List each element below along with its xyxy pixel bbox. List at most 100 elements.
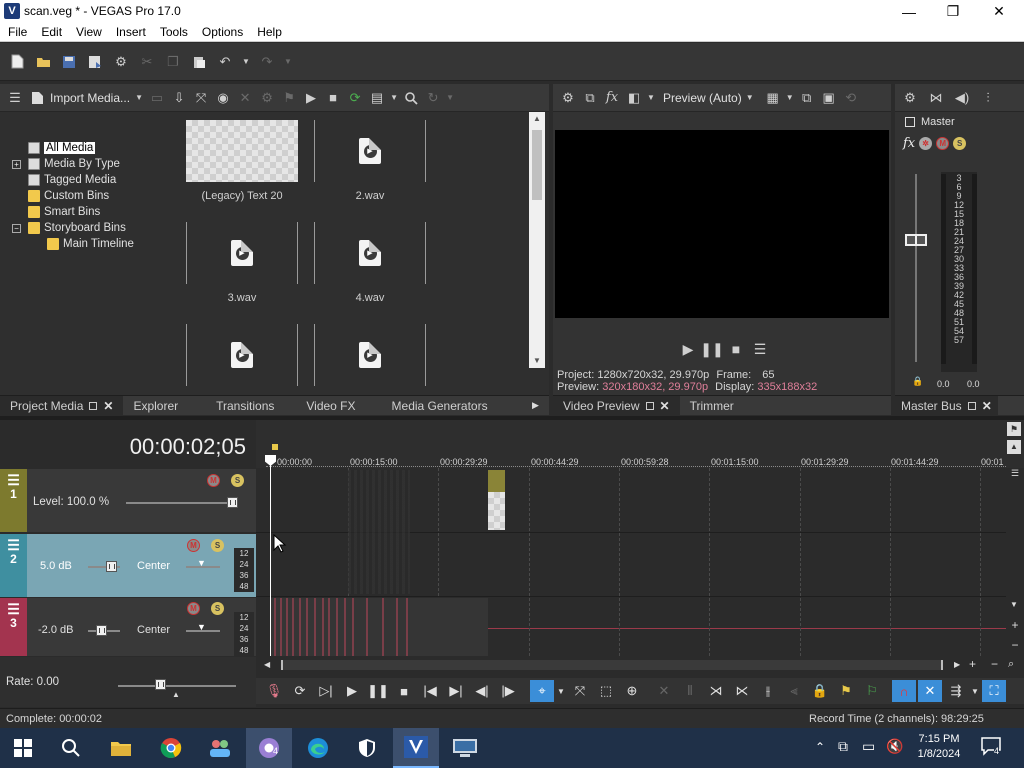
tray-chevron-icon[interactable]: ⌃ bbox=[815, 740, 825, 754]
overlays-grid-icon[interactable]: ▦ bbox=[764, 89, 782, 107]
chrome-icon[interactable] bbox=[148, 728, 194, 768]
menu-insert[interactable]: Insert bbox=[108, 23, 152, 39]
menu-edit[interactable]: Edit bbox=[33, 23, 68, 39]
insert-marker-icon[interactable]: ⚑ bbox=[834, 680, 858, 702]
loop-playback-icon[interactable]: ⟳ bbox=[288, 680, 312, 702]
playhead-cursor[interactable] bbox=[270, 455, 271, 656]
scroll-thumb[interactable] bbox=[532, 130, 542, 200]
ripple-dropdown-icon[interactable]: ▼ bbox=[970, 680, 980, 702]
menu-help[interactable]: Help bbox=[249, 23, 288, 39]
undock-icon[interactable] bbox=[967, 401, 976, 410]
tree-item-all-media[interactable]: All Media bbox=[28, 140, 96, 156]
quality-dropdown-icon[interactable]: ▼ bbox=[746, 89, 754, 107]
preview-properties-gear-icon[interactable]: ⚙ bbox=[559, 89, 577, 107]
save-icon[interactable] bbox=[60, 53, 78, 71]
people-app-icon[interactable] bbox=[197, 728, 243, 768]
zoom-magnifier-icon[interactable]: ⌕ bbox=[1008, 658, 1014, 671]
media-item-3wav[interactable]: ▶ 3.wav bbox=[186, 222, 314, 324]
track2-volume-slider[interactable] bbox=[106, 561, 117, 572]
track-header-1[interactable]: ☰ 1 M S Level: 100.0 % bbox=[0, 469, 256, 532]
media-properties-icon[interactable]: ⚙ bbox=[258, 89, 276, 107]
redo-icon[interactable]: ↷ bbox=[258, 53, 276, 71]
remove-media-icon[interactable]: ✕ bbox=[236, 89, 254, 107]
track3-mute-icon[interactable]: M bbox=[187, 602, 200, 615]
rate-slider[interactable] bbox=[155, 679, 166, 690]
pause-icon[interactable]: ❚❚ bbox=[366, 680, 390, 702]
split-icon[interactable]: ⫲ bbox=[756, 680, 780, 702]
insert-region-icon[interactable]: ⚐ bbox=[860, 680, 884, 702]
copy-icon[interactable]: ❐ bbox=[164, 53, 182, 71]
taskbar-search-icon[interactable] bbox=[48, 728, 94, 768]
menu-tools[interactable]: Tools bbox=[152, 23, 194, 39]
track3-solo-icon[interactable]: S bbox=[211, 602, 224, 615]
track3-volume-slider[interactable] bbox=[96, 625, 107, 636]
close-tab-icon[interactable]: ✕ bbox=[103, 399, 113, 413]
play-from-start-icon[interactable]: ▷| bbox=[314, 680, 338, 702]
remove-unused-icon[interactable]: ⤧ bbox=[192, 89, 210, 107]
scroll-down-icon[interactable]: ▼ bbox=[1010, 600, 1018, 609]
track-zoom-icon[interactable]: ☰ bbox=[1007, 468, 1023, 480]
go-to-end-icon[interactable]: ▶| bbox=[444, 680, 468, 702]
action-center-icon[interactable]: 4 bbox=[980, 736, 1004, 758]
record-icon[interactable]: 🎙 bbox=[262, 680, 286, 702]
zoom-out-vertical-icon[interactable]: − bbox=[1008, 638, 1022, 652]
tab-transitions[interactable]: Transitions bbox=[206, 396, 284, 416]
import-dropdown-icon[interactable]: ▼ bbox=[134, 89, 144, 107]
lock-group-icon[interactable]: ⛶ bbox=[982, 680, 1006, 702]
redo-dropdown-icon[interactable]: ▼ bbox=[284, 53, 292, 71]
master-fx-icon[interactable]: fx bbox=[903, 136, 915, 151]
expand-media-by-type[interactable]: + bbox=[12, 160, 21, 169]
media-item-4wav[interactable]: ▶ 4.wav bbox=[314, 222, 442, 324]
preview-extra-icon[interactable]: ⟲ bbox=[842, 89, 860, 107]
track-list-icon[interactable]: ▲ bbox=[1007, 440, 1021, 454]
ripple-edit-icon[interactable]: ⇶ bbox=[944, 680, 968, 702]
lock-envelopes-icon[interactable]: ⫷ bbox=[782, 680, 806, 702]
close-button[interactable]: ✕ bbox=[976, 0, 1022, 23]
trim-start-icon[interactable]: ⋊ bbox=[704, 680, 728, 702]
tab-video-preview[interactable]: Video Preview ✕ bbox=[553, 395, 680, 416]
tree-item-custom-bins[interactable]: Custom Bins bbox=[28, 188, 109, 204]
track-menu-icon[interactable]: ☰ bbox=[7, 538, 20, 552]
get-media-icon[interactable]: ⇩ bbox=[170, 89, 188, 107]
master-mute-icon[interactable]: M bbox=[936, 137, 950, 150]
copy-snapshot-icon[interactable]: ⧉ bbox=[798, 89, 816, 107]
properties-gear-icon[interactable]: ⚙ bbox=[112, 53, 130, 71]
collapse-storyboard-bins[interactable]: − bbox=[12, 224, 21, 233]
stop-icon[interactable]: ■ bbox=[392, 680, 416, 702]
track1-level-slider[interactable] bbox=[227, 497, 238, 508]
zoom-out-icon[interactable]: − bbox=[991, 657, 998, 671]
save-snapshot-icon[interactable]: ▣ bbox=[820, 89, 838, 107]
downmix-icon[interactable]: ⋈ bbox=[927, 89, 945, 107]
preview-stop-button-icon[interactable]: ■ bbox=[727, 340, 745, 358]
tree-item-tagged-media[interactable]: Tagged Media bbox=[28, 172, 116, 188]
preview-menu-icon[interactable]: ☰ bbox=[751, 340, 769, 358]
text-event-header[interactable] bbox=[488, 470, 505, 492]
close-tab-icon[interactable]: ✕ bbox=[982, 399, 992, 413]
lock-icon[interactable]: 🔒 bbox=[808, 680, 832, 702]
close-tab-icon[interactable]: ✕ bbox=[660, 399, 670, 413]
markers-menu-icon[interactable]: ⚑ bbox=[1007, 422, 1021, 436]
dim-output-icon[interactable]: ◀) bbox=[953, 89, 971, 107]
scroll-right-icon[interactable]: ▶ bbox=[954, 660, 960, 669]
master-lock-icon[interactable]: 🔒 bbox=[912, 376, 923, 387]
trim-end-icon[interactable]: ⋉ bbox=[730, 680, 754, 702]
preview-play-icon[interactable]: ▶ bbox=[302, 89, 320, 107]
overlays-dropdown-icon[interactable]: ▼ bbox=[786, 89, 794, 107]
tab-trimmer[interactable]: Trimmer bbox=[680, 396, 744, 416]
media-fx-icon[interactable]: ◉ bbox=[214, 89, 232, 107]
track1-solo-icon[interactable]: S bbox=[231, 474, 244, 487]
menu-options[interactable]: Options bbox=[194, 23, 249, 39]
video-fx-icon[interactable]: fx bbox=[603, 89, 621, 107]
media-tags-icon[interactable]: ⚑ bbox=[280, 89, 298, 107]
tray-network-icon[interactable]: ▭ bbox=[862, 738, 875, 755]
track-header-2[interactable]: ☰ 2 M S 5.0 dB Center ▼ 12 24 36 48 bbox=[0, 534, 256, 597]
edit-tool-dropdown-icon[interactable]: ▼ bbox=[556, 680, 566, 702]
menu-file[interactable]: File bbox=[0, 23, 33, 39]
import-media-icon[interactable] bbox=[28, 89, 46, 107]
media-item-audio[interactable]: ▶ bbox=[186, 324, 314, 396]
cut-icon[interactable]: ✂ bbox=[138, 53, 156, 71]
tab-media-generators[interactable]: Media Generators bbox=[382, 396, 498, 416]
selection-tool-icon[interactable]: ⬚ bbox=[594, 680, 618, 702]
zoom-tool-icon[interactable]: ⊕ bbox=[620, 680, 644, 702]
auto-crossfade-icon[interactable]: ✕ bbox=[918, 680, 942, 702]
